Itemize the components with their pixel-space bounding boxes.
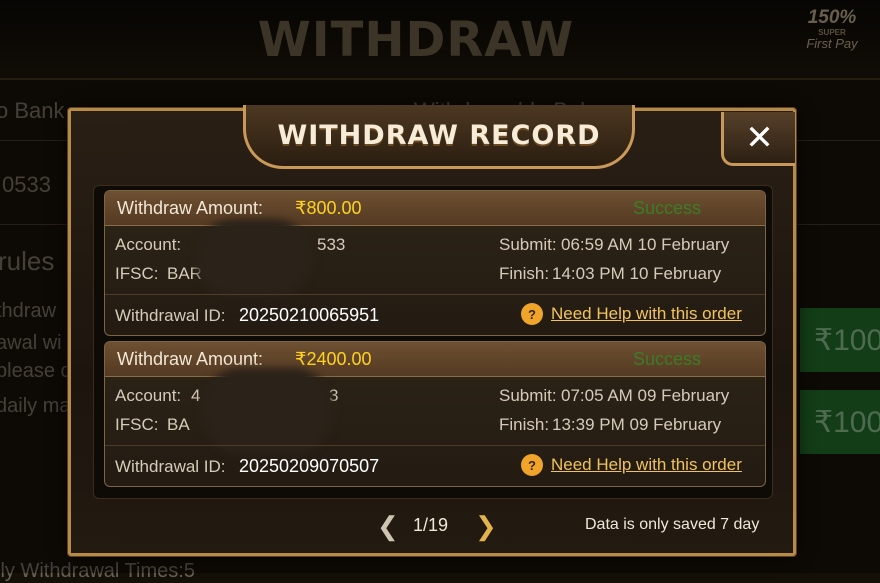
- divider: [105, 445, 765, 446]
- withdraw-record-dialog: WITHDRAW RECORD ✕ Withdraw Amount: ₹800.…: [68, 105, 796, 556]
- finish-time: 13:39 PM 09 February: [552, 415, 722, 434]
- ifsc-label: IFSC:: [115, 264, 159, 283]
- help-order-link[interactable]: ? Need Help with this order: [521, 454, 742, 476]
- record-card-header: Withdraw Amount: ₹800.00 Success: [105, 191, 765, 226]
- record-card-header: Withdraw Amount: ₹2400.00 Success: [105, 342, 765, 377]
- withdrawal-id-label: Withdrawal ID:: [115, 457, 226, 476]
- help-order-text: Need Help with this order: [551, 455, 742, 474]
- account-label: Account:: [115, 235, 182, 254]
- finish-label: Finish:: [499, 264, 550, 283]
- submit-label: Submit:: [499, 235, 557, 254]
- record-list[interactable]: Withdraw Amount: ₹800.00 Success Account…: [93, 185, 773, 499]
- dialog-title: WITHDRAW RECORD: [277, 120, 601, 151]
- finish-time: 14:03 PM 10 February: [552, 264, 722, 283]
- close-icon: ✕: [745, 117, 774, 158]
- ifsc-value: BA: [167, 415, 190, 434]
- amount-value: ₹800.00: [295, 198, 362, 218]
- withdrawal-id-value: 20250210065951: [239, 305, 380, 325]
- amount-label: Withdraw Amount:: [117, 198, 264, 218]
- submit-label: Submit:: [499, 386, 557, 405]
- withdrawal-id-value: 20250209070507: [239, 456, 380, 476]
- record-card: Withdraw Amount: ₹2400.00 Success Accoun…: [104, 341, 766, 487]
- redaction-blur: [195, 219, 313, 297]
- dialog-title-plate: WITHDRAW RECORD: [243, 105, 635, 169]
- redaction-blur: [201, 368, 333, 454]
- submit-time: 06:59 AM 10 February: [561, 235, 730, 254]
- help-order-text: Need Help with this order: [551, 304, 742, 323]
- retention-note: Data is only saved 7 day: [585, 516, 760, 533]
- headset-help-icon: ?: [521, 303, 543, 325]
- page-indicator: 1/19: [413, 515, 449, 535]
- account-value: 533: [317, 235, 346, 254]
- close-button[interactable]: ✕: [721, 112, 795, 166]
- amount-value: ₹2400.00: [295, 349, 372, 369]
- amount-label: Withdraw Amount:: [117, 349, 264, 369]
- ifsc-label: IFSC:: [115, 415, 159, 434]
- status-badge: Success: [633, 198, 702, 218]
- chevron-right-icon[interactable]: ❯: [475, 511, 497, 541]
- headset-help-icon: ?: [521, 454, 543, 476]
- divider: [105, 294, 765, 295]
- finish-label: Finish:: [499, 415, 550, 434]
- submit-time: 07:05 AM 09 February: [561, 386, 730, 405]
- account-label: Account:: [115, 386, 182, 405]
- chevron-left-icon[interactable]: ❮: [377, 511, 399, 541]
- account-value: 4: [191, 386, 201, 405]
- withdrawal-id-label: Withdrawal ID:: [115, 306, 226, 325]
- help-order-link[interactable]: ? Need Help with this order: [521, 303, 742, 325]
- status-badge: Success: [633, 349, 702, 369]
- record-card: Withdraw Amount: ₹800.00 Success Account…: [104, 190, 766, 336]
- pagination: ❮ 1/19 ❯: [377, 511, 497, 541]
